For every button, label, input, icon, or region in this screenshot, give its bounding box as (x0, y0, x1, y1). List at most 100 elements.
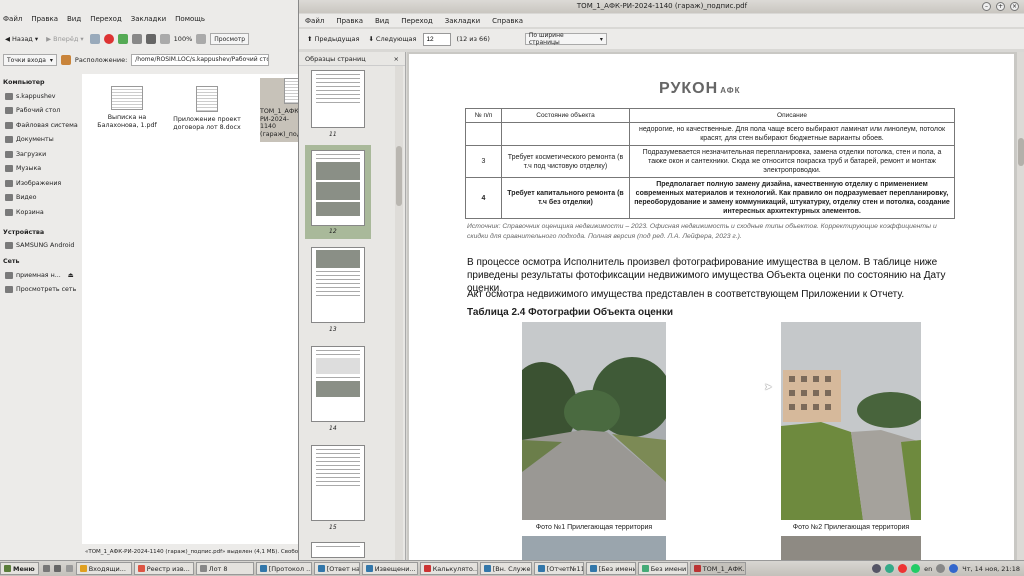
home-icon[interactable] (131, 34, 142, 44)
location-input[interactable]: /home/ROSIM.LOC/s.kappushev/Рабочий стол (131, 54, 270, 66)
up-icon[interactable] (89, 34, 100, 44)
table-header: Состояние объекта (501, 108, 630, 123)
pdf-toolbar: ⬆ Предыдущая ⬇ Следующая (12 из 66) По ш… (299, 29, 1024, 49)
table-header: № п/п (465, 108, 502, 123)
sidebar-item-trash[interactable]: Корзина (0, 205, 80, 220)
task-protocol[interactable]: [Протокол ... (255, 562, 312, 575)
page-thumbnail[interactable] (311, 346, 365, 422)
file-manager-icon[interactable] (65, 565, 73, 572)
close-panel-icon[interactable]: × (394, 55, 399, 63)
back-button[interactable]: ◀ Назад ▾ (3, 34, 40, 44)
file-item-selected[interactable]: ТОМ_1_АФК-РИ-2024-1140 (гараж)_подпис.pd… (260, 78, 300, 142)
zoom-out-icon[interactable] (159, 34, 170, 44)
document-scrollbar-thumb[interactable] (1018, 138, 1024, 166)
page-thumbnail-selected[interactable] (311, 150, 365, 226)
fm-menu-edit[interactable]: Правка (31, 15, 58, 23)
sidebar-item-samsung[interactable]: SAMSUNG Android (0, 239, 80, 254)
terminal-icon[interactable] (53, 565, 61, 572)
document-icon (537, 565, 545, 572)
text-line (316, 287, 360, 288)
pdf-menu-edit[interactable]: Правка (336, 17, 363, 25)
task-report[interactable]: [Отчет№11... (533, 562, 584, 575)
computer-icon[interactable] (145, 34, 156, 44)
sidebar-item-videos[interactable]: Видео (0, 191, 80, 206)
sidebar-item-label: s.kappushev (16, 92, 56, 100)
sidebar-header-network: Сеть (3, 258, 20, 265)
fm-menu-help[interactable]: Помощь (175, 15, 205, 23)
volume-icon[interactable] (936, 564, 946, 573)
view-mode-select[interactable]: Просмотр (210, 33, 250, 45)
page-number-input[interactable] (423, 32, 452, 46)
edit-location-icon[interactable] (60, 55, 71, 65)
photo-preview (316, 182, 360, 200)
prev-page-button[interactable]: ⬆ Предыдущая (305, 34, 361, 44)
pdf-menu-view[interactable]: Вид (375, 17, 389, 25)
taskbar: Меню Входящи... Реестр изв... Лот 8 [Про… (0, 560, 1024, 576)
pdf-menu-bookmarks[interactable]: Закладки (445, 17, 480, 25)
keyboard-layout[interactable]: en (924, 565, 932, 573)
show-desktop-icon[interactable] (42, 565, 50, 572)
eject-icon[interactable]: ⏏ (68, 272, 74, 279)
task-folder-lot8[interactable]: Лот 8 (195, 562, 254, 575)
fm-menu-view[interactable]: Вид (67, 15, 81, 23)
document-icon (317, 565, 325, 572)
task-mail-inbox[interactable]: Входящи... (75, 562, 132, 575)
places-select[interactable]: Точки входа ▾ (3, 54, 57, 66)
reload-icon[interactable] (117, 34, 128, 44)
sidebar-item-network-share[interactable]: приемная н... ⏏ (0, 268, 80, 283)
task-service-note[interactable]: [Вн. Служе... (479, 562, 532, 575)
page-thumbnail[interactable] (311, 247, 365, 323)
sidebar-item-pictures[interactable]: Изображения (0, 176, 80, 191)
file-item[interactable]: Выписка на Балахонова, 1.pdf (92, 86, 162, 129)
task-untitled-1[interactable]: [Без имени... (585, 562, 636, 575)
next-page-button[interactable]: ⬇ Следующая (366, 34, 418, 44)
task-label: [Отчет№11... (546, 564, 584, 573)
clock[interactable]: Чт, 14 ноя, 21:18 (962, 565, 1020, 573)
zoom-mode-select[interactable]: По ширине страницы ▾ (524, 32, 607, 46)
thumbnail-scrollbar-thumb[interactable] (396, 146, 402, 206)
task-notice[interactable]: Извещени... (361, 562, 418, 575)
sidebar-item-music[interactable]: Музыка (0, 162, 80, 177)
page-thumbnail[interactable] (311, 445, 365, 521)
update-tray-icon[interactable] (885, 564, 895, 573)
document-scrollbar[interactable] (1017, 52, 1024, 560)
sidebar-item-filesystem[interactable]: Файловая система (0, 118, 80, 133)
messenger-tray-icon[interactable] (911, 564, 921, 573)
zoom-in-icon[interactable] (196, 34, 207, 44)
page-thumbnail[interactable] (311, 542, 365, 558)
pdf-menu-go[interactable]: Переход (401, 17, 433, 25)
map-preview (316, 358, 360, 374)
task-pdf-viewer[interactable]: ТОМ_1_АФК... (689, 562, 746, 575)
network-tray-icon[interactable] (872, 564, 882, 573)
maximize-button[interactable]: + (996, 2, 1005, 11)
sidebar-item-browse-network[interactable]: Просмотреть сеть (0, 283, 80, 298)
minimize-button[interactable]: – (982, 2, 991, 11)
sidebar-item-desktop[interactable]: Рабочий стол (0, 104, 80, 119)
page-thumbnail[interactable] (311, 70, 365, 128)
yandex-tray-icon[interactable] (898, 564, 908, 573)
close-button[interactable]: × (1010, 2, 1019, 11)
fm-menu-file[interactable]: Файл (3, 15, 22, 23)
sidebar-item-downloads[interactable]: Загрузки (0, 147, 80, 162)
sidebar-item-label: Изображения (16, 179, 62, 187)
task-label: [Без имени... (598, 564, 635, 573)
task-calculator[interactable]: Калькулято... (419, 562, 478, 575)
sidebar-item-home[interactable]: s.kappushev (0, 89, 80, 104)
start-menu-button[interactable]: Меню (0, 562, 39, 575)
stop-icon[interactable] (103, 34, 114, 44)
menu-icon (4, 565, 11, 572)
pdf-menu-help[interactable]: Справка (492, 17, 523, 25)
task-untitled-2[interactable]: Без имени ... (637, 562, 688, 575)
pdf-titlebar: ТОМ_1_АФК-РИ-2024-1140 (гараж)_подпис.pd… (299, 0, 1024, 13)
thumbnail-scrollbar[interactable] (395, 66, 403, 560)
bluetooth-icon[interactable] (949, 564, 959, 573)
task-reply[interactable]: [Ответ на ... (313, 562, 360, 575)
file-item[interactable]: Приложение проект договора лот 8.docx (172, 86, 242, 131)
fm-menu-go[interactable]: Переход (90, 15, 122, 23)
sidebar-item-documents[interactable]: Документы (0, 133, 80, 148)
forward-button[interactable]: ▶ Вперёд ▾ (44, 34, 86, 44)
sidebar-item-label: Загрузки (16, 150, 47, 158)
task-browser-registry[interactable]: Реестр изв... (133, 562, 194, 575)
pdf-menu-file[interactable]: Файл (305, 17, 324, 25)
fm-menu-bookmarks[interactable]: Закладки (131, 15, 166, 23)
